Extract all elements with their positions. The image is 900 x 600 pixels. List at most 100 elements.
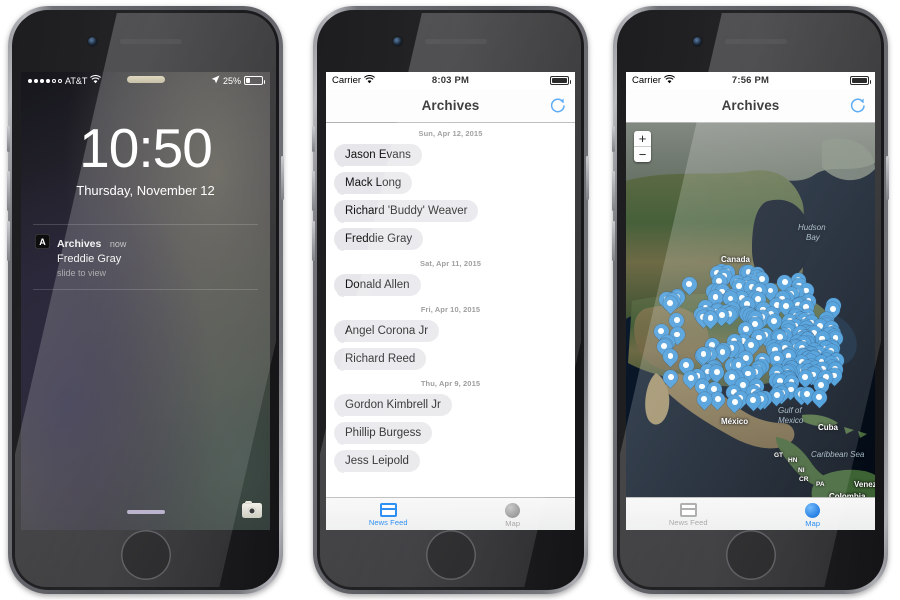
map-pin[interactable] [707, 389, 729, 411]
status-bar: Carrier 8:03 PM [326, 72, 575, 89]
map-label: NI [798, 467, 805, 474]
person-bubble[interactable]: Phillip Burgess [334, 422, 433, 444]
earpiece-speaker [724, 39, 787, 44]
list-item[interactable]: Gordon Kimbrell Jr [326, 391, 575, 419]
map-label: México [721, 417, 749, 426]
refresh-icon[interactable] [549, 97, 567, 115]
volume-up-button[interactable] [612, 171, 615, 211]
list-item[interactable]: Mack Long [326, 169, 575, 197]
map-label: PA [816, 481, 825, 488]
power-button[interactable] [281, 156, 284, 200]
home-button[interactable] [120, 530, 171, 580]
map-pin[interactable] [693, 388, 715, 411]
notification-area: A Archives now Freddie Gray slide to vie… [21, 224, 270, 290]
power-button[interactable] [886, 156, 889, 200]
power-button[interactable] [586, 156, 589, 200]
app-screen-map: Carrier 7:56 PM Archives + − Canada Huds… [626, 72, 875, 530]
globe-icon [505, 502, 521, 518]
phone-lock-screen: AT&T 25% 10:50 Thursday, November 12 A A… [7, 6, 284, 594]
zoom-out-button[interactable]: − [634, 147, 651, 162]
location-arrow-icon [211, 75, 220, 86]
person-bubble[interactable]: Richard 'Buddy' Weaver [334, 200, 479, 222]
home-button[interactable] [725, 530, 776, 580]
map-pin[interactable] [699, 308, 722, 330]
volume-down-button[interactable] [312, 221, 315, 261]
list-item[interactable]: Jason Evans [326, 141, 575, 169]
map-label: Mexico [778, 416, 804, 425]
globe-icon [805, 502, 821, 518]
person-bubble[interactable]: Angel Corona Jr [334, 320, 440, 342]
app-screen-news-feed: Carrier 8:03 PM Archives Sun, Apr 12, 20… [326, 72, 575, 530]
map-label: HN [788, 457, 798, 464]
map-label: Caribbean Sea [811, 450, 865, 459]
list-item[interactable]: Freddie Gray [326, 225, 575, 253]
volume-down-button[interactable] [7, 221, 10, 261]
volume-up-button[interactable] [7, 171, 10, 211]
battery-icon [550, 76, 571, 85]
person-bubble[interactable]: Freddie Gray [334, 228, 424, 250]
lock-clock: 10:50 [79, 117, 213, 179]
map-pin[interactable] [742, 389, 764, 412]
lock-status-bar: AT&T 25% [21, 72, 270, 89]
map-pin[interactable] [659, 345, 682, 368]
person-bubble[interactable]: Jess Leipold [334, 450, 420, 472]
list-item[interactable]: Richard 'Buddy' Weaver [326, 197, 575, 225]
news-feed-list[interactable]: Sun, Apr 12, 2015 Jason Evans Mack Long … [326, 123, 575, 497]
divider-bottom [33, 289, 258, 290]
zoom-in-button[interactable]: + [634, 131, 651, 147]
map-label: Cuba [818, 423, 838, 432]
list-item[interactable]: Angel Corona Jr [326, 317, 575, 345]
home-button[interactable] [425, 530, 476, 580]
lock-wallpaper: AT&T 25% 10:50 Thursday, November 12 A A… [21, 72, 270, 530]
silent-switch[interactable] [7, 126, 10, 152]
map-zoom-controls[interactable]: + − [634, 131, 651, 162]
date-separator: Fri, Apr 10, 2015 [420, 305, 481, 314]
status-bar-right [850, 76, 871, 85]
map-pin[interactable] [808, 386, 830, 409]
notification-banner[interactable]: A Archives now Freddie Gray slide to vie… [33, 225, 258, 289]
date-separator: Thu, Apr 9, 2015 [420, 379, 481, 388]
map-label: Canada [721, 255, 750, 264]
map-pin[interactable] [724, 391, 746, 414]
list-item[interactable]: Donald Allen [326, 271, 575, 299]
person-bubble[interactable]: Donald Allen [334, 274, 421, 296]
silent-switch[interactable] [612, 126, 615, 152]
tab-news-feed[interactable]: News Feed [626, 503, 751, 527]
page-title: Archives [721, 98, 780, 113]
tab-news-feed[interactable]: News Feed [326, 503, 451, 527]
volume-up-button[interactable] [312, 171, 315, 211]
earpiece-speaker [424, 39, 487, 44]
camera-icon[interactable] [242, 501, 262, 518]
page-title: Archives [421, 98, 480, 113]
front-camera-icon [392, 37, 402, 46]
notification-body: Freddie Gray [57, 253, 122, 265]
earpiece-speaker [119, 39, 182, 44]
front-camera-icon [87, 37, 97, 46]
map-pin[interactable] [660, 366, 682, 389]
person-bubble[interactable]: Mack Long [334, 172, 413, 194]
battery-icon [244, 76, 265, 85]
silent-switch[interactable] [312, 126, 315, 152]
person-bubble[interactable]: Richard Reed [334, 348, 427, 370]
lock-screen: AT&T 25% 10:50 Thursday, November 12 A A… [21, 72, 270, 530]
lock-bottom-bar [21, 494, 270, 524]
battery-icon [850, 76, 871, 85]
list-item[interactable]: Jess Leipold [326, 447, 575, 475]
person-bubble[interactable]: Gordon Kimbrell Jr [334, 394, 452, 416]
tab-label: News Feed [368, 518, 408, 527]
phone-news-feed: Carrier 8:03 PM Archives Sun, Apr 12, 20… [312, 6, 589, 594]
list-item[interactable]: Richard Reed [326, 345, 575, 373]
nav-bar: Archives [326, 89, 575, 123]
home-grabber[interactable] [126, 510, 165, 514]
map-label: Colombia [829, 492, 866, 497]
refresh-icon[interactable] [849, 97, 867, 115]
tab-map[interactable]: Map [751, 502, 876, 528]
volume-down-button[interactable] [612, 221, 615, 261]
list-item[interactable]: Phillip Burgess [326, 419, 575, 447]
notification-hint[interactable]: slide to view [57, 268, 256, 278]
tab-label: Map [505, 518, 521, 528]
person-bubble[interactable]: Jason Evans [334, 144, 422, 166]
map-view[interactable]: + − Canada Hudson Bay México Gulf of Mexico Cu… [626, 123, 875, 497]
tab-map[interactable]: Map [451, 502, 576, 528]
news-feed-icon [679, 503, 697, 517]
